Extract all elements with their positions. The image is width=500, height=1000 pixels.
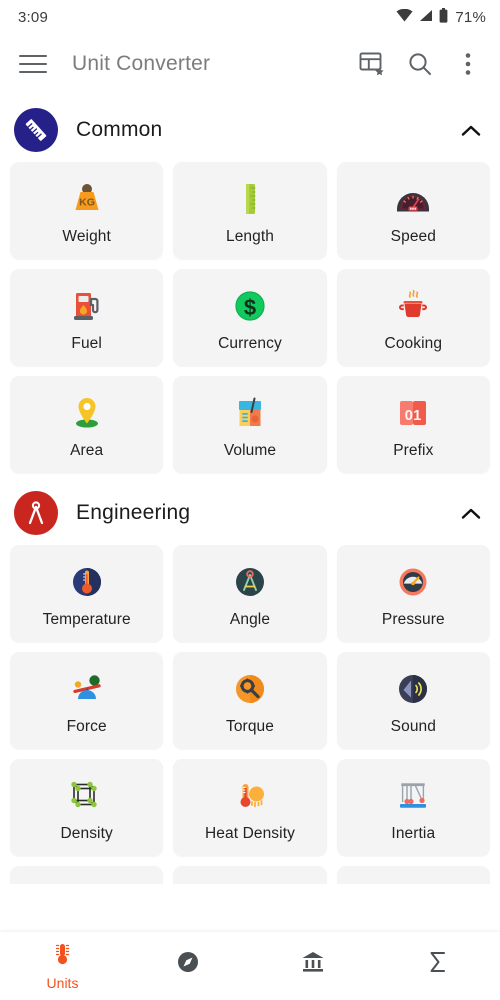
sigma-icon [425, 949, 451, 980]
category-label: Angle [229, 610, 271, 628]
category-card-force[interactable]: Force [10, 652, 164, 749]
category-label: Prefix [393, 441, 434, 459]
signal-icon [419, 9, 433, 26]
ruler-length-icon [229, 176, 271, 222]
category-label: Force [66, 717, 107, 735]
dollar-coin-icon: $ [229, 283, 271, 329]
category-card-density[interactable]: Density [10, 759, 164, 856]
category-card-angle[interactable]: Angle [173, 545, 327, 642]
category-label: Area [70, 441, 104, 459]
category-scroll-area[interactable]: Common KG Weight Length Speed Fuel $ Cur… [0, 94, 500, 932]
number-card-01-icon: 01 [392, 390, 434, 436]
category-card-weight[interactable]: KG Weight [10, 162, 164, 259]
nav-tab-compass[interactable] [125, 932, 250, 1000]
category-card-inertia[interactable]: Inertia [336, 759, 490, 856]
bank-icon [300, 949, 326, 980]
wifi-icon [396, 8, 413, 26]
svg-text:KG: KG [79, 196, 95, 208]
category-label: Cooking [384, 334, 443, 352]
status-bar: 3:09 71% [0, 0, 500, 34]
status-time: 3:09 [18, 8, 48, 26]
nav-tab-sigma[interactable] [375, 932, 500, 1000]
speaker-icon [392, 666, 434, 712]
section-header-common[interactable]: Common [0, 94, 500, 162]
search-icon[interactable] [406, 50, 434, 78]
bottom-navigation: Units [0, 932, 500, 1000]
compass-circle-icon [229, 559, 271, 605]
category-card-heat-density[interactable]: Heat Density [173, 759, 327, 856]
app-bar: Unit Converter [0, 34, 500, 94]
app-bar-actions [358, 50, 486, 78]
map-pin-icon [66, 390, 108, 436]
category-label: Speed [390, 227, 436, 245]
category-label: Temperature [42, 610, 131, 628]
category-label: Length [225, 227, 274, 245]
category-grid-common: KG Weight Length Speed Fuel $ Currency C… [0, 162, 500, 473]
category-grid-partial-row [0, 866, 500, 884]
category-card-prefix[interactable]: 01 Prefix [336, 376, 490, 473]
newtons-cradle-icon [392, 773, 434, 819]
drafting-compass-icon [14, 491, 58, 535]
category-card-speed[interactable]: Speed [336, 162, 490, 259]
category-card-temperature[interactable]: Temperature [10, 545, 164, 642]
speedometer-icon [392, 176, 434, 222]
category-label: Heat Density [205, 824, 295, 842]
weight-kg-icon: KG [66, 176, 108, 222]
category-label: Torque [225, 717, 274, 735]
category-card-partial[interactable] [336, 866, 490, 884]
section-engineering: Engineering Temperature Angle Pressure F… [0, 477, 500, 884]
category-card-cooking[interactable]: Cooking [336, 269, 490, 366]
category-label: Sound [390, 717, 436, 735]
section-title-engineering: Engineering [76, 501, 191, 524]
chevron-up-icon[interactable] [460, 119, 482, 141]
svg-text:01: 01 [405, 407, 422, 424]
category-card-partial[interactable] [10, 866, 164, 884]
category-label: Fuel [71, 334, 102, 352]
category-label: Volume [223, 441, 277, 459]
category-card-torque[interactable]: Torque [173, 652, 327, 749]
category-grid-engineering: Temperature Angle Pressure Force Torque … [0, 545, 500, 856]
category-card-volume[interactable]: Volume [173, 376, 327, 473]
category-card-currency[interactable]: $ Currency [173, 269, 327, 366]
category-label: Pressure [381, 610, 445, 628]
category-label: Inertia [391, 824, 436, 842]
category-card-length[interactable]: Length [173, 162, 327, 259]
category-card-partial[interactable] [173, 866, 327, 884]
beaker-icon [229, 390, 271, 436]
nav-tab-bank[interactable] [250, 932, 375, 1000]
nav-tab-units[interactable]: Units [0, 932, 125, 1000]
ruler-icon [14, 108, 58, 152]
status-indicators: 71% [396, 7, 486, 27]
category-label: Currency [218, 334, 282, 352]
thermometer-sun-icon [229, 773, 271, 819]
battery-percent: 71% [455, 8, 486, 26]
section-common: Common KG Weight Length Speed Fuel $ Cur… [0, 94, 500, 473]
hamburger-menu-icon[interactable] [16, 47, 50, 81]
chevron-up-icon[interactable] [460, 502, 482, 524]
category-label: Density [60, 824, 113, 842]
cube-lattice-icon [66, 773, 108, 819]
compass-icon [175, 949, 201, 980]
page-title: Unit Converter [72, 52, 211, 75]
wrench-circle-icon [229, 666, 271, 712]
section-title-common: Common [76, 118, 163, 141]
svg-text:$: $ [244, 295, 256, 320]
fuel-pump-icon [66, 283, 108, 329]
category-card-pressure[interactable]: Pressure [336, 545, 490, 642]
category-card-area[interactable]: Area [10, 376, 164, 473]
nav-tab-label: Units [46, 975, 79, 991]
pressure-gauge-icon [392, 559, 434, 605]
cooking-pot-icon [392, 283, 434, 329]
custom-grid-favorite-icon[interactable] [358, 50, 386, 78]
overflow-menu-icon[interactable] [454, 50, 482, 78]
thermometer-circle-icon [66, 559, 108, 605]
section-header-engineering[interactable]: Engineering [0, 477, 500, 545]
category-label: Weight [62, 227, 111, 245]
battery-icon [439, 7, 448, 27]
thermometer-icon [50, 941, 76, 972]
seesaw-icon [66, 666, 108, 712]
category-card-fuel[interactable]: Fuel [10, 269, 164, 366]
category-card-sound[interactable]: Sound [336, 652, 490, 749]
